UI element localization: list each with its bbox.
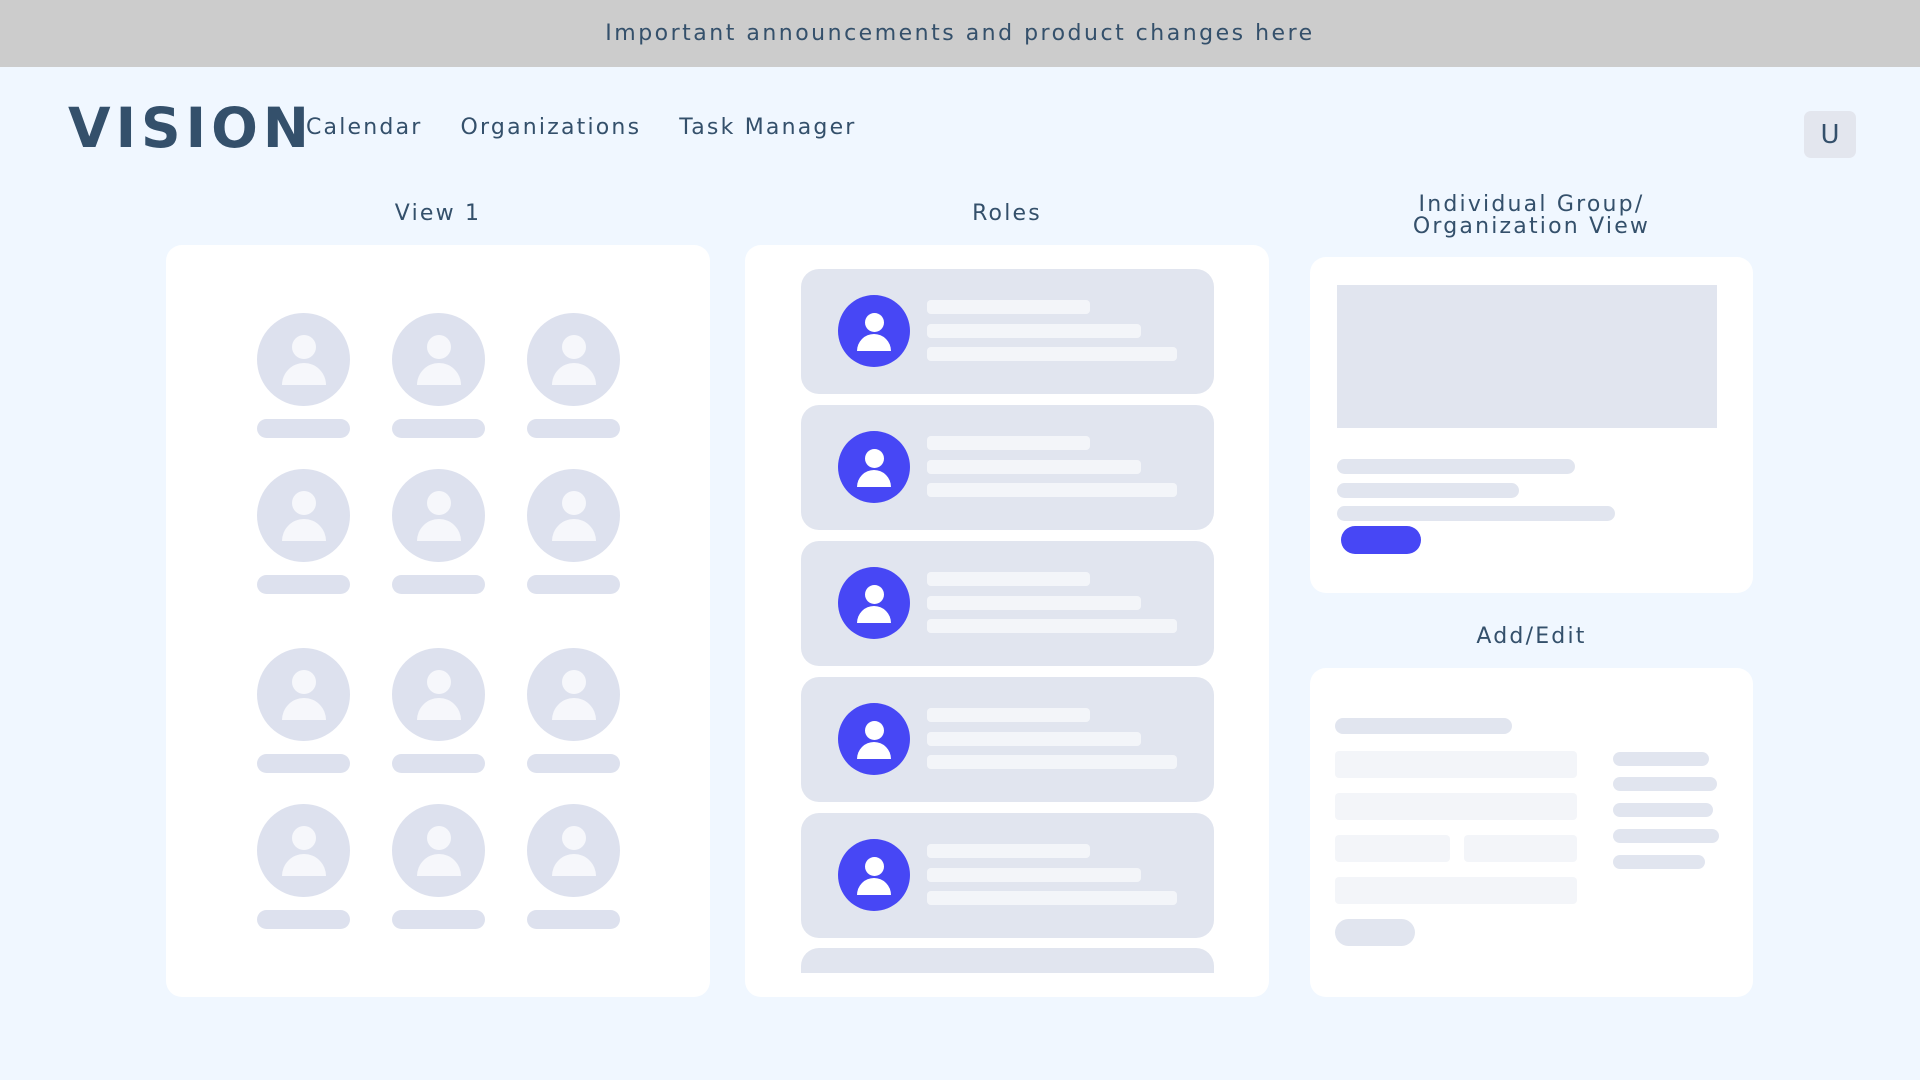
form-side-option[interactable] [1613, 752, 1709, 766]
role-subtitle-placeholder [927, 596, 1141, 610]
form-submit-button[interactable] [1335, 919, 1415, 946]
role-subtitle-placeholder [927, 324, 1141, 338]
form-input-field[interactable] [1335, 877, 1577, 904]
form-heading-placeholder [1335, 718, 1512, 734]
group-description-placeholder [1337, 506, 1615, 521]
user-icon [838, 703, 910, 775]
member-card[interactable] [527, 313, 621, 438]
form-side-option[interactable] [1613, 855, 1705, 869]
user-icon [527, 469, 620, 562]
app-logo[interactable]: VISION [68, 96, 314, 160]
user-icon [838, 295, 910, 367]
role-description-placeholder [927, 483, 1177, 497]
user-icon [257, 648, 350, 741]
user-icon [392, 648, 485, 741]
user-icon [838, 839, 910, 911]
main-nav: Calendar Organizations Task Manager [306, 114, 857, 142]
member-name-placeholder [527, 910, 620, 929]
group-view-title-line2: Organization View [1412, 214, 1651, 239]
form-input-field[interactable] [1335, 751, 1577, 778]
form-input-field-short[interactable] [1464, 835, 1577, 862]
role-title-placeholder [927, 708, 1090, 722]
user-icon [392, 469, 485, 562]
member-card[interactable] [392, 648, 486, 773]
user-icon [257, 469, 350, 562]
role-title-placeholder [927, 436, 1090, 450]
form-side-option[interactable] [1613, 829, 1719, 843]
role-card[interactable] [801, 405, 1214, 530]
role-description-placeholder [927, 891, 1177, 905]
nav-calendar[interactable]: Calendar [306, 114, 423, 142]
user-icon [527, 648, 620, 741]
role-card-partial[interactable] [801, 948, 1214, 973]
role-card[interactable] [801, 813, 1214, 938]
user-icon [527, 313, 620, 406]
group-name-placeholder [1337, 459, 1575, 474]
view1-title: View 1 [394, 201, 482, 226]
member-name-placeholder [257, 910, 350, 929]
member-card[interactable] [527, 804, 621, 929]
user-avatar-button[interactable]: U [1804, 111, 1856, 158]
user-icon [392, 804, 485, 897]
role-title-placeholder [927, 300, 1090, 314]
form-side-option[interactable] [1613, 777, 1717, 791]
addedit-title: Add/Edit [1476, 624, 1587, 649]
announcement-banner: Important announcements and product chan… [0, 0, 1920, 67]
group-action-button[interactable] [1341, 526, 1421, 554]
role-title-placeholder [927, 572, 1090, 586]
member-card[interactable] [392, 469, 486, 594]
member-card[interactable] [257, 469, 351, 594]
role-description-placeholder [927, 347, 1177, 361]
user-icon [257, 313, 350, 406]
member-name-placeholder [527, 754, 620, 773]
role-subtitle-placeholder [927, 460, 1141, 474]
group-view-title-line1: Individual Group/ [1418, 192, 1645, 217]
nav-task-manager[interactable]: Task Manager [679, 114, 856, 142]
member-card[interactable] [257, 313, 351, 438]
member-card[interactable] [257, 804, 351, 929]
role-card[interactable] [801, 541, 1214, 666]
user-icon [838, 431, 910, 503]
roles-title: Roles [972, 201, 1042, 226]
form-input-field-short[interactable] [1335, 835, 1450, 862]
user-icon [392, 313, 485, 406]
role-description-placeholder [927, 755, 1177, 769]
member-name-placeholder [257, 419, 350, 438]
member-card[interactable] [392, 313, 486, 438]
role-card[interactable] [801, 269, 1214, 394]
role-card[interactable] [801, 677, 1214, 802]
member-name-placeholder [392, 575, 485, 594]
group-view-title: Individual Group/ Organization View [1310, 194, 1753, 238]
announcement-text: Important announcements and product chan… [605, 21, 1315, 46]
member-name-placeholder [392, 754, 485, 773]
member-name-placeholder [257, 575, 350, 594]
role-subtitle-placeholder [927, 868, 1141, 882]
member-name-placeholder [392, 419, 485, 438]
user-icon [527, 804, 620, 897]
user-icon [257, 804, 350, 897]
member-name-placeholder [257, 754, 350, 773]
member-name-placeholder [527, 575, 620, 594]
member-card[interactable] [527, 469, 621, 594]
role-description-placeholder [927, 619, 1177, 633]
member-name-placeholder [527, 419, 620, 438]
group-detail-placeholder [1337, 483, 1519, 498]
group-image-placeholder [1337, 285, 1717, 428]
nav-organizations[interactable]: Organizations [461, 114, 642, 142]
member-name-placeholder [392, 910, 485, 929]
member-card[interactable] [527, 648, 621, 773]
form-input-field[interactable] [1335, 793, 1577, 820]
role-title-placeholder [927, 844, 1090, 858]
user-initial: U [1820, 119, 1840, 150]
member-card[interactable] [257, 648, 351, 773]
member-card[interactable] [392, 804, 486, 929]
role-subtitle-placeholder [927, 732, 1141, 746]
user-icon [838, 567, 910, 639]
form-side-option[interactable] [1613, 803, 1713, 817]
